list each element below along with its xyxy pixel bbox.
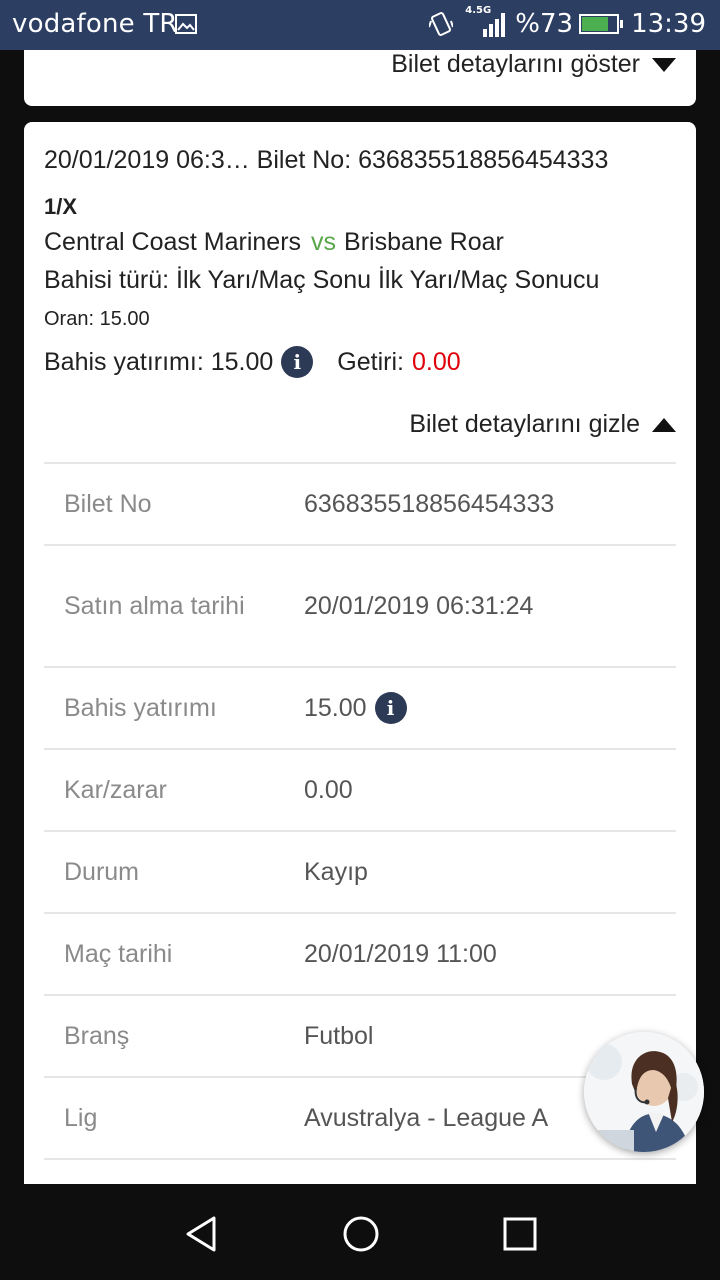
previous-ticket-card: Bilet detaylarını göster: [24, 50, 696, 106]
detail-value: 20/01/2019 11:00: [304, 939, 497, 968]
image-icon: [175, 14, 197, 34]
detail-row-status: Durum Kayıp: [44, 832, 676, 914]
detail-value: 15.00 i: [304, 668, 407, 748]
detail-row-match-date: Maç tarihi 20/01/2019 11:00: [44, 914, 676, 996]
info-icon[interactable]: i: [374, 692, 407, 724]
support-agent-avatar[interactable]: [584, 1032, 704, 1152]
detail-value: 0.00: [304, 775, 353, 804]
ticket-card: 20/01/2019 06:3… Bilet No: 6368355188564…: [24, 122, 696, 1184]
detail-row-sport: Branş Futbol: [44, 996, 676, 1078]
stake-summary: Bahis yatırımı: 15.00 i Getiri: 0.00: [44, 346, 461, 378]
detail-label: Bahis yatırımı: [64, 694, 217, 722]
show-details-label: Bilet detaylarını göster: [391, 50, 640, 78]
detail-row-ticket-no: Bilet No 636835518856454333: [44, 464, 676, 546]
detail-value: Futbol: [304, 1021, 374, 1050]
status-value: Kayıp: [304, 857, 368, 886]
detail-row-profit: Kar/zarar 0.00: [44, 750, 676, 832]
detail-label: Lig: [64, 1104, 98, 1132]
home-team: Central Coast Mariners: [44, 228, 302, 256]
info-icon[interactable]: i: [281, 346, 314, 378]
back-icon[interactable]: [182, 1214, 222, 1254]
stake-value: 15.00: [304, 693, 367, 722]
status-bar: vodafone TR 4.5G %73 13:39: [0, 0, 720, 50]
away-team: Brisbane Roar: [344, 228, 504, 256]
ticket-details-table: Bilet No 636835518856454333 Satın alma t…: [44, 462, 676, 1160]
chevron-up-icon: [652, 417, 676, 432]
detail-label: Bilet No: [64, 490, 152, 518]
detail-value: 636835518856454333: [304, 489, 555, 518]
detail-label: Kar/zarar: [64, 776, 167, 804]
detail-label: Maç tarihi: [64, 940, 173, 968]
hide-details-label: Bilet detaylarını gizle: [409, 410, 640, 438]
bet-type: Bahisi türü: İlk Yarı/Maç Sonu İlk Yarı/…: [44, 266, 600, 294]
detail-row-stake: Bahis yatırımı 15.00 i: [44, 668, 676, 750]
bet-selection: 1/X: [44, 194, 78, 219]
odds: Oran: 15.00: [44, 308, 150, 330]
home-icon[interactable]: [341, 1214, 381, 1254]
detail-row-league: Lig Avustralya - League A: [44, 1078, 676, 1160]
ticket-header: 20/01/2019 06:3… Bilet No: 6368355188564…: [44, 146, 609, 174]
navigation-bar: [0, 1184, 720, 1280]
detail-label: Durum: [64, 858, 140, 886]
detail-label: Satın alma tarihi: [64, 592, 245, 620]
vs-label: vs: [311, 228, 337, 256]
battery-charging-icon: [579, 14, 624, 34]
recents-icon[interactable]: [500, 1214, 540, 1254]
signal-icon: 4.5G: [465, 5, 506, 39]
status-icons: 4.5G %73 13:39: [429, 5, 706, 39]
detail-value: Avustralya - League A: [304, 1103, 549, 1132]
hide-details-toggle[interactable]: Bilet detaylarını gizle: [409, 410, 676, 439]
battery-percent: %73: [515, 9, 574, 39]
return-value: 0.00: [411, 347, 461, 376]
return-label: Getiri:: [337, 347, 404, 376]
stake-summary-label: Bahis yatırımı: 15.00: [44, 347, 274, 376]
detail-row-purchase-date: Satın alma tarihi 20/01/2019 06:31:24: [44, 546, 676, 668]
chevron-down-icon: [652, 57, 676, 72]
match-teams: Central Coast Mariners vs Brisbane Roar: [44, 228, 504, 257]
vibrate-icon: [429, 12, 454, 36]
clock: 13:39: [631, 9, 706, 39]
carrier-name: vodafone TR: [12, 9, 178, 39]
detail-value: 20/01/2019 06:31:24: [304, 591, 534, 620]
show-details-toggle[interactable]: Bilet detaylarını göster: [391, 50, 676, 79]
detail-label: Branş: [64, 1022, 130, 1050]
